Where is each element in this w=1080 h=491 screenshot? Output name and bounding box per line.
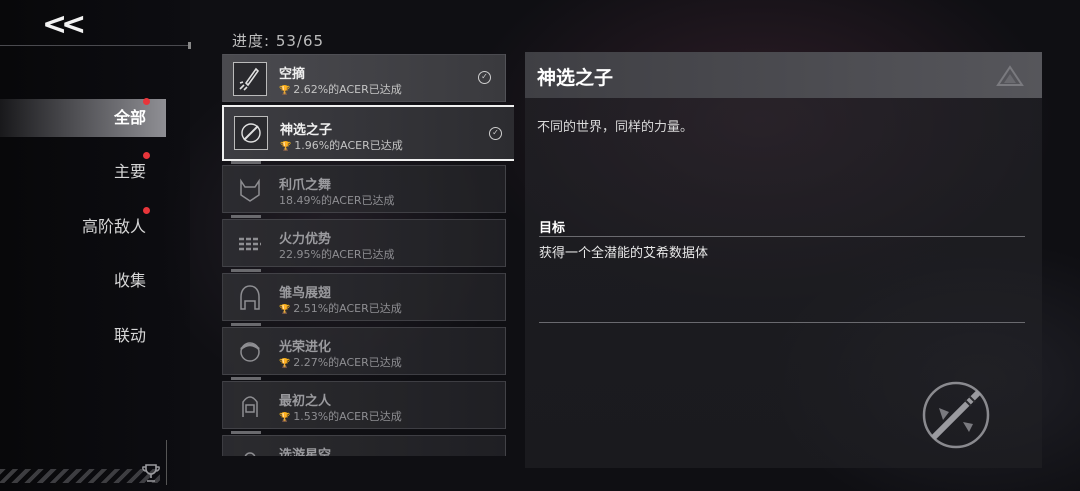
game-logo-icon: [996, 65, 1024, 86]
card-tag: [231, 431, 261, 434]
achievement-card[interactable]: 最初之人 🏆 1.53%的ACER已达成: [222, 377, 506, 429]
nav-item-collection[interactable]: 收集: [0, 262, 166, 300]
trophy-icon: [142, 464, 160, 482]
card-tag: [231, 269, 261, 272]
achievement-detail-panel: 神选之子 不同的世界，同样的力量。 目标 获得一个全潜能的艾希数据体: [525, 52, 1042, 468]
achievement-card[interactable]: 光荣进化 🏆 2.27%的ACER已达成: [222, 323, 506, 375]
trophy-icon: 🏆: [279, 413, 291, 423]
check-icon: ✓: [478, 71, 491, 84]
nav-item-collab[interactable]: 联动: [0, 317, 166, 355]
achievement-stat: 🏆 2.51%的ACER已达成: [279, 302, 402, 315]
divider: [539, 236, 1025, 237]
nav-item-label: 联动: [113, 326, 146, 345]
goal-text: 获得一个全潜能的艾希数据体: [539, 246, 709, 261]
achievement-stat: 🏆 2.62%的ACER已达成: [279, 83, 402, 96]
nav-item-label: 全部: [113, 108, 146, 127]
detail-title: 神选之子: [537, 67, 614, 89]
detail-description: 不同的世界，同样的力量。: [537, 120, 694, 135]
progress-label: 进度: 53/65: [232, 32, 325, 50]
star-icon: [233, 443, 267, 456]
achievement-card[interactable]: 雏鸟展翅 🏆 2.51%的ACER已达成: [222, 269, 506, 321]
check-icon: ✓: [489, 127, 502, 140]
achievement-name: 火力优势: [279, 232, 332, 247]
missiles-icon: [233, 227, 267, 261]
card-tag: [231, 215, 261, 218]
achievement-name: 神选之子: [280, 123, 333, 138]
back-label: <<: [42, 7, 86, 42]
trophy-icon: 🏆: [279, 86, 291, 96]
achievement-stat: 22.95%的ACER已达成: [279, 248, 395, 261]
notification-dot: [143, 207, 150, 214]
cat-mask-icon: [233, 173, 267, 207]
sword-emblem-icon: [922, 381, 990, 449]
trophy-icon: 🏆: [279, 305, 291, 315]
nav-item-label: 收集: [113, 271, 146, 290]
nav-item-label: 高阶敌人: [81, 217, 146, 236]
hooded-figure-icon: [233, 281, 267, 315]
girl-face-icon: [233, 335, 267, 369]
achievement-card-selected[interactable]: 神选之子 🏆 1.96%的ACER已达成 ✓: [222, 105, 514, 161]
sword-emblem-icon: [234, 116, 268, 150]
achievement-list[interactable]: 空摘 🏆 2.62%的ACER已达成 ✓ 神选之子 🏆 1.96%的ACER已达成 …: [222, 54, 514, 456]
card-tag: [231, 161, 261, 164]
sidebar: << 全部 主要 高阶敌人 收集 联动: [0, 0, 191, 491]
notification-dot: [143, 152, 150, 159]
achievement-stat: 🏆 1.53%的ACER已达成: [279, 410, 402, 423]
achievement-card[interactable]: 选游星空: [222, 431, 506, 456]
achievement-card[interactable]: 火力优势 22.95%的ACER已达成: [222, 215, 506, 267]
nav-item-label: 主要: [113, 162, 146, 181]
achievement-card[interactable]: 利爪之舞 18.49%的ACER已达成: [222, 161, 506, 213]
achievement-stat: 🏆 1.96%的ACER已达成: [280, 139, 403, 152]
rocket-icon: [233, 62, 267, 96]
achievement-stat: 🏆 2.27%的ACER已达成: [279, 356, 402, 369]
trophy-icon: 🏆: [279, 359, 291, 369]
nav-item-main[interactable]: 主要: [0, 153, 166, 191]
long-hair-icon: [233, 389, 267, 423]
decorative-hatch: [0, 469, 160, 483]
achievement-name: 光荣进化: [279, 340, 332, 355]
notification-dot: [143, 98, 150, 105]
achievement-name: 选游星空: [279, 448, 332, 456]
nav-item-elite-enemies[interactable]: 高阶敌人: [0, 208, 166, 246]
achievement-name: 雏鸟展翅: [279, 286, 332, 301]
divider: [539, 322, 1025, 323]
achievement-name: 空摘: [279, 67, 306, 82]
achievement-name: 最初之人: [279, 394, 332, 409]
trophy-icon: 🏆: [280, 142, 292, 152]
divider-cap: [188, 42, 191, 49]
nav-item-all[interactable]: 全部: [0, 99, 166, 137]
achievement-card[interactable]: 空摘 🏆 2.62%的ACER已达成 ✓: [222, 54, 506, 102]
detail-header: 神选之子: [525, 52, 1042, 98]
card-tag: [231, 377, 261, 380]
card-tag: [231, 323, 261, 326]
divider: [166, 440, 167, 485]
achievement-name: 利爪之舞: [279, 178, 332, 193]
divider: [0, 45, 190, 46]
goal-label: 目标: [539, 221, 566, 236]
back-button[interactable]: <<: [42, 8, 92, 42]
achievement-stat: 18.49%的ACER已达成: [279, 194, 395, 207]
